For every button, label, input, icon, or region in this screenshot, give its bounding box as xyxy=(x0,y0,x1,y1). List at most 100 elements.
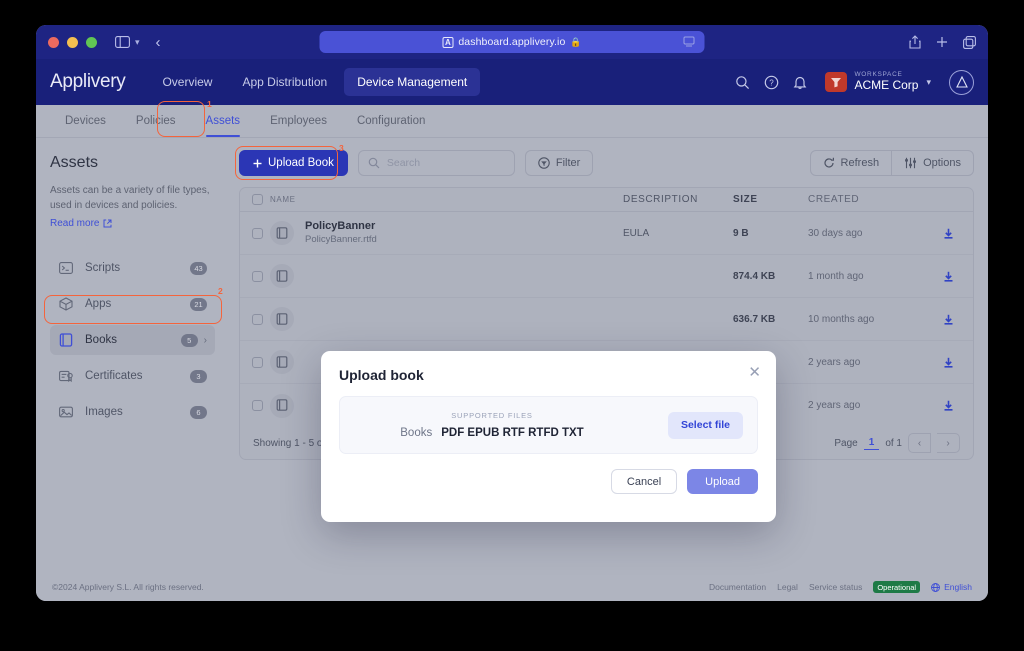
book-icon xyxy=(59,333,76,347)
table-row[interactable]: PolicyBanner PolicyBanner.rtfd EULA 9 B … xyxy=(240,212,973,255)
row-checkbox[interactable] xyxy=(252,400,263,411)
sidebar-item-images[interactable]: Images 6 xyxy=(50,397,215,427)
column-header-name[interactable]: NAME xyxy=(270,195,623,204)
footer-link-documentation[interactable]: Documentation xyxy=(709,582,766,592)
pagination: Page 1 of 1 ‹ › xyxy=(834,433,960,453)
row-select-cell xyxy=(240,356,270,368)
browser-url-bar[interactable]: A dashboard.applivery.io 🔒 xyxy=(319,31,705,53)
footer-link-service-status[interactable]: Service status xyxy=(809,582,862,592)
row-checkbox[interactable] xyxy=(252,270,263,282)
table-row[interactable]: 874.4 KB 1 month ago xyxy=(240,255,973,298)
filter-button[interactable]: Filter xyxy=(524,150,594,176)
read-more-label: Read more xyxy=(50,218,100,229)
certificate-icon xyxy=(59,369,76,383)
sidebar-description: Assets can be a variety of file types, u… xyxy=(50,185,210,211)
column-header-created[interactable]: CREATED xyxy=(808,194,923,205)
upload-button[interactable]: Upload xyxy=(687,469,758,494)
sidebar-toggle-icon[interactable] xyxy=(115,36,130,48)
modal-title: Upload book xyxy=(339,367,424,383)
download-icon[interactable] xyxy=(923,314,973,325)
sidebar-item-apps[interactable]: Apps 21 xyxy=(50,289,215,319)
search-input[interactable] xyxy=(386,157,497,169)
assets-sidebar: Assets Assets can be a variety of file t… xyxy=(36,138,233,601)
select-all-checkbox[interactable] xyxy=(252,194,263,205)
back-chevron-icon[interactable]: ‹ xyxy=(156,34,161,51)
download-icon[interactable] xyxy=(923,400,973,411)
read-more-link[interactable]: Read more xyxy=(50,218,112,229)
sliders-icon xyxy=(904,157,917,169)
tab-devices[interactable]: Devices xyxy=(50,115,121,137)
minimize-window-button[interactable] xyxy=(67,36,78,48)
nav-item-device-management[interactable]: Device Management xyxy=(344,68,481,96)
row-created: 2 years ago xyxy=(808,400,861,411)
plus-icon xyxy=(253,159,262,168)
browser-window: ▾ ‹ A dashboard.applivery.io 🔒 Applivery… xyxy=(36,25,988,601)
row-select-cell xyxy=(240,313,270,325)
bell-icon[interactable] xyxy=(793,75,807,90)
cancel-button[interactable]: Cancel xyxy=(610,469,678,494)
row-select-cell xyxy=(240,270,270,282)
book-icon xyxy=(270,264,294,288)
sidebar-item-scripts[interactable]: Scripts 43 xyxy=(50,253,215,283)
select-file-button[interactable]: Select file xyxy=(667,411,743,439)
workspace-logo-icon xyxy=(825,72,848,92)
row-created: 2 years ago xyxy=(808,356,861,368)
chevron-down-icon[interactable]: ▾ xyxy=(135,37,140,48)
refresh-button[interactable]: Refresh xyxy=(809,150,893,176)
row-name-cell xyxy=(270,307,623,331)
upload-book-button[interactable]: Upload Book xyxy=(239,150,348,176)
tab-employees[interactable]: Employees xyxy=(255,115,342,137)
download-icon[interactable] xyxy=(923,357,973,368)
status-badge: Operational xyxy=(873,581,921,593)
row-size: 874.4 KB xyxy=(733,270,776,282)
help-circle-icon[interactable]: ? xyxy=(764,75,779,90)
tab-overview-icon[interactable] xyxy=(963,35,976,49)
sidebar-item-certificates[interactable]: Certificates 3 xyxy=(50,361,215,391)
sidebar-label-images: Images xyxy=(85,406,123,418)
tab-assets[interactable]: Assets xyxy=(191,115,256,137)
footer-link-legal[interactable]: Legal xyxy=(777,582,798,592)
app-top-nav: Applivery Overview App Distribution Devi… xyxy=(36,59,988,105)
nav-item-overview[interactable]: Overview xyxy=(149,68,225,96)
share-icon[interactable] xyxy=(909,35,921,49)
options-button[interactable]: Options xyxy=(892,150,974,176)
language-selector[interactable]: English xyxy=(931,582,972,592)
close-window-button[interactable] xyxy=(48,36,59,48)
reader-view-icon[interactable] xyxy=(683,36,695,47)
prev-page-button[interactable]: ‹ xyxy=(908,433,931,453)
section-tabs: Devices Policies Assets Employees Config… xyxy=(36,99,988,138)
page-title: Assets xyxy=(50,154,99,171)
page-number-input[interactable]: 1 xyxy=(863,437,880,450)
search-box[interactable] xyxy=(357,150,515,176)
svg-text:?: ? xyxy=(770,78,775,87)
lock-icon: 🔒 xyxy=(570,36,582,47)
row-checkbox[interactable] xyxy=(252,313,263,325)
row-checkbox[interactable] xyxy=(252,227,263,239)
table-row[interactable]: 636.7 KB 10 months ago xyxy=(240,298,973,341)
workspace-switcher[interactable]: WORKSPACE ACME Corp ▾ xyxy=(825,71,931,92)
sidebar-label-apps: Apps xyxy=(85,298,112,310)
filter-icon xyxy=(538,157,550,169)
file-drop-area[interactable]: SUPPORTED FILES Books PDF EPUB RTF RTFD … xyxy=(339,396,758,454)
avatar[interactable] xyxy=(949,69,974,95)
next-page-button[interactable]: › xyxy=(937,433,960,453)
column-header-description[interactable]: DESCRIPTION xyxy=(623,194,733,205)
tab-policies[interactable]: Policies xyxy=(121,115,191,137)
maximize-window-button[interactable] xyxy=(86,36,97,48)
nav-item-app-distribution[interactable]: App Distribution xyxy=(229,68,340,96)
url-text: dashboard.applivery.io xyxy=(458,36,566,48)
download-icon[interactable] xyxy=(923,228,973,239)
refresh-icon xyxy=(823,157,835,169)
applivery-logo[interactable]: Applivery xyxy=(48,71,126,93)
download-icon[interactable] xyxy=(923,271,973,282)
tab-configuration[interactable]: Configuration xyxy=(342,115,440,137)
column-header-size[interactable]: SIZE xyxy=(733,194,808,205)
row-checkbox[interactable] xyxy=(252,356,263,368)
close-icon[interactable]: ✕ xyxy=(748,365,761,380)
box-icon xyxy=(59,297,76,311)
sidebar-item-books[interactable]: Books 5 › xyxy=(50,325,215,355)
book-icon xyxy=(270,221,294,245)
primary-nav: Overview App Distribution Device Managem… xyxy=(149,68,481,96)
plus-icon[interactable] xyxy=(936,36,948,48)
search-icon[interactable] xyxy=(735,75,750,90)
